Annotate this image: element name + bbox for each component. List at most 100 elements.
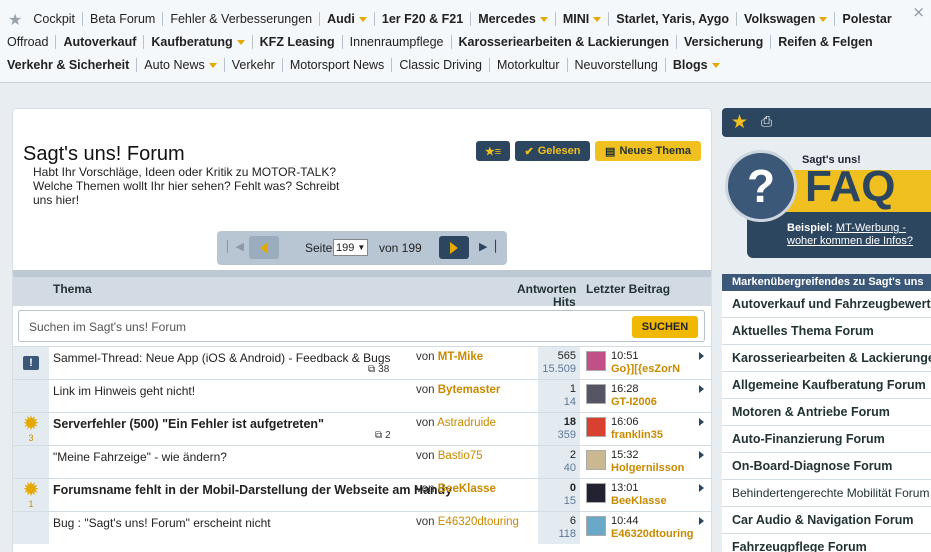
prev-page-button[interactable] — [249, 236, 279, 259]
arrow-right-icon[interactable] — [699, 451, 704, 459]
faq-box[interactable]: Sagt's uns! FAQ ? Beispiel: MT-Werbung -… — [725, 150, 931, 258]
brand-forum-link[interactable]: Car Audio & Navigation Forum — [722, 507, 931, 534]
avatar[interactable] — [586, 450, 606, 470]
nav-item[interactable]: Volkswagen — [737, 12, 836, 26]
col-last-post[interactable]: Letzter Beitrag — [586, 282, 670, 296]
last-post-user[interactable]: Holgernilsson — [611, 462, 684, 475]
nav-item[interactable]: Innenraumpflege — [343, 35, 452, 49]
nav-item[interactable]: Verkehr — [225, 58, 283, 72]
page-count[interactable]: ⧉ 2 — [375, 430, 391, 441]
nav-item[interactable]: KFZ Leasing — [253, 35, 343, 49]
nav-item[interactable]: Offroad — [0, 35, 57, 49]
topic-row[interactable]: Bug : "Sagt's uns! Forum" erscheint nich… — [13, 511, 711, 544]
topic-title[interactable]: Link im Hinweis geht nicht! — [53, 384, 195, 398]
avatar[interactable] — [586, 417, 606, 437]
brand-forum-link[interactable]: Behindertengerechte Mobilität Forum — [722, 480, 931, 507]
nav-item[interactable]: Starlet, Yaris, Aygo — [609, 12, 738, 26]
nav-item[interactable]: Neuvorstellung — [568, 58, 666, 72]
first-page-icon[interactable]: ▏◀ — [227, 240, 244, 253]
avatar[interactable] — [586, 384, 606, 404]
sidebar-toolbar: ★ ⎙ — [722, 108, 931, 137]
author-link[interactable]: Astradruide — [437, 417, 496, 429]
last-page-icon[interactable]: ▶▕ — [479, 240, 496, 253]
nav-item-label: Offroad — [7, 35, 49, 49]
arrow-right-icon[interactable] — [699, 385, 704, 393]
nav-item[interactable]: Motorkultur — [490, 58, 568, 72]
page-count[interactable]: ⧉ 38 — [368, 364, 389, 375]
nav-item[interactable]: Versicherung — [677, 35, 772, 49]
next-page-button[interactable] — [439, 236, 469, 259]
star-icon[interactable]: ★ — [731, 111, 748, 133]
last-post-user[interactable]: Go}][{esZorN — [611, 363, 680, 376]
nav-item[interactable]: Fehler & Verbesserungen — [163, 12, 321, 26]
topic-title[interactable]: Sammel-Thread: Neue App (iOS & Android) … — [53, 351, 391, 365]
nav-item[interactable]: MINI — [556, 12, 610, 26]
favorite-button[interactable]: ★≡ — [476, 141, 510, 161]
nav-item[interactable]: Blogs — [666, 58, 727, 72]
close-icon[interactable]: × — [912, 3, 925, 21]
author-link[interactable]: MT-Mike — [438, 351, 483, 363]
topic-author: von BeeKlasse — [416, 483, 496, 495]
star-icon[interactable]: ★ — [0, 10, 26, 29]
col-antworten[interactable]: Antworten — [517, 282, 576, 296]
col-hits[interactable]: Hits — [553, 295, 576, 309]
author-link[interactable]: Bastio75 — [438, 450, 483, 462]
search-button[interactable]: SUCHEN — [632, 316, 698, 338]
topic-row[interactable]: ✹ 1 Forumsname fehlt in der Mobil-Darstel… — [13, 478, 711, 511]
nav-item[interactable]: Verkehr & Sicherheit — [0, 58, 138, 72]
last-post-user[interactable]: franklin35 — [611, 429, 663, 442]
last-post-time: 10:51 — [611, 350, 639, 362]
new-document-icon: ▤ — [605, 145, 616, 158]
nav-item[interactable]: Cockpit — [26, 12, 84, 26]
topic-row[interactable]: Link im Hinweis geht nicht! von Bytemast… — [13, 379, 711, 412]
avatar[interactable] — [586, 516, 606, 536]
topic-title[interactable]: Serverfehler (500) "Ein Fehler ist aufge… — [53, 417, 324, 431]
topic-title[interactable]: Bug : "Sagt's uns! Forum" erscheint nich… — [53, 516, 271, 530]
nav-item[interactable]: Classic Driving — [392, 58, 490, 72]
brand-forum-link[interactable]: Karosseriearbeiten & Lackierungen — [722, 345, 931, 372]
nav-item[interactable]: Karosseriearbeiten & Lackierungen — [452, 35, 677, 49]
topic-title[interactable]: "Meine Fahrzeige" - wie ändern? — [53, 450, 227, 464]
col-thema[interactable]: Thema — [53, 282, 92, 296]
new-topic-button[interactable]: ▤ Neues Thema — [595, 141, 701, 161]
brand-forum-link[interactable]: Allgemeine Kaufberatung Forum — [722, 372, 931, 399]
last-post-user[interactable]: BeeKlasse — [611, 495, 667, 508]
nav-item[interactable]: Reifen & Felgen — [771, 35, 879, 49]
last-post-user[interactable]: GT-I2006 — [611, 396, 657, 409]
nav-item[interactable]: Kaufberatung — [144, 35, 253, 49]
arrow-right-icon[interactable] — [699, 352, 704, 360]
avatar[interactable] — [586, 483, 606, 503]
author-link[interactable]: E46320dtouring — [438, 516, 519, 528]
topic-title[interactable]: Forumsname fehlt in der Mobil-Darstellun… — [53, 483, 452, 497]
print-icon[interactable]: ⎙ — [761, 114, 772, 130]
nav-item[interactable]: Motorsport News — [283, 58, 393, 72]
nav-item[interactable]: Beta Forum — [83, 12, 164, 26]
arrow-right-icon[interactable] — [699, 517, 704, 525]
arrow-right-icon[interactable] — [699, 418, 704, 426]
nav-item[interactable]: 1er F20 & F21 — [375, 12, 472, 26]
brand-forum-link[interactable]: On-Board-Diagnose Forum — [722, 453, 931, 480]
nav-item[interactable]: Autoverkauf — [56, 35, 145, 49]
avatar[interactable] — [586, 351, 606, 371]
nav-item[interactable]: Polestar — [835, 12, 898, 26]
nav-item[interactable]: Audi — [320, 12, 375, 26]
topic-row[interactable]: ! Sammel-Thread: Neue App (iOS & Android… — [13, 346, 711, 379]
last-post-time: 16:06 — [611, 416, 639, 428]
author-link[interactable]: Bytemaster — [438, 384, 501, 396]
arrow-right-icon[interactable] — [699, 484, 704, 492]
page-select[interactable]: 199 ▼ — [333, 239, 369, 256]
search-input[interactable]: Suchen im Sagt's uns! Forum — [29, 320, 186, 334]
nav-item[interactable]: Auto News — [137, 58, 225, 72]
nav-item[interactable]: Mercedes — [471, 12, 556, 26]
brand-forum-link[interactable]: Autoverkauf und Fahrzeugbewertung — [722, 291, 931, 318]
author-link[interactable]: BeeKlasse — [438, 483, 496, 495]
brand-forum-link[interactable]: Motoren & Antriebe Forum — [722, 399, 931, 426]
topic-row[interactable]: ✹ 3 Serverfehler (500) "Ein Fehler ist au… — [13, 412, 711, 445]
brand-forum-link[interactable]: Fahrzeugpflege Forum — [722, 534, 931, 552]
last-post-user[interactable]: E46320dtouring — [611, 528, 694, 541]
question-icon: ? — [725, 150, 797, 222]
brand-forum-link[interactable]: Auto-Finanzierung Forum — [722, 426, 931, 453]
topic-row[interactable]: "Meine Fahrzeige" - wie ändern? von Bast… — [13, 445, 711, 478]
mark-read-button[interactable]: ✔ Gelesen — [515, 141, 590, 161]
brand-forum-link[interactable]: Aktuelles Thema Forum — [722, 318, 931, 345]
